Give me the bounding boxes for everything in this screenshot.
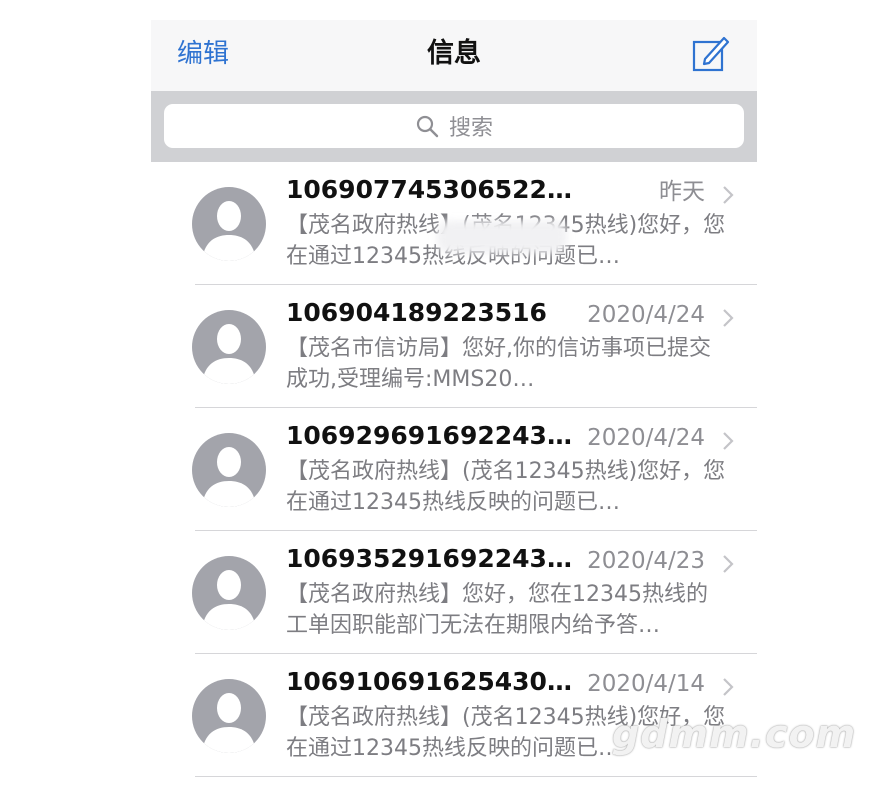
chevron-right-icon bbox=[723, 309, 734, 327]
message-date: 2020/4/24 bbox=[587, 302, 705, 328]
message-date: 昨天 bbox=[659, 179, 705, 205]
conversation-row[interactable]: 1069296916922430... 2020/4/24 【茂名政府热线】(茂… bbox=[151, 408, 757, 531]
row-divider bbox=[195, 776, 757, 777]
watermark-text: gdmm.com bbox=[612, 712, 857, 756]
conversation-row[interactable]: 1069352916922430... 2020/4/23 【茂名政府热线】您好… bbox=[151, 531, 757, 654]
message-preview: 【茂名市信访局】您好,你的信访事项已提交成功,受理编号:MMS20… bbox=[286, 336, 711, 392]
chevron-right-icon bbox=[723, 432, 734, 450]
contact-avatar-icon bbox=[192, 679, 266, 753]
chevron-right-icon bbox=[723, 678, 734, 696]
search-input[interactable]: 搜索 bbox=[164, 104, 744, 148]
conversation-row[interactable]: 106904189223516 2020/4/24 【茂名市信访局】您好,你的信… bbox=[151, 285, 757, 408]
chevron-right-icon bbox=[723, 186, 734, 204]
search-placeholder: 搜索 bbox=[448, 116, 493, 141]
compose-icon[interactable] bbox=[691, 34, 731, 74]
conversation-list: 10690774530652238243 昨天 【茂名政府热线】(茂名12345… bbox=[151, 162, 757, 777]
message-date: 2020/4/24 bbox=[587, 425, 705, 451]
navigation-bar: 编辑 信息 bbox=[151, 20, 757, 91]
redaction-blur bbox=[437, 221, 567, 253]
sender-number: 106904189223516 bbox=[286, 298, 547, 327]
search-bar: 搜索 bbox=[151, 91, 757, 162]
sender-number: 1069296916922430... bbox=[286, 421, 586, 450]
sender-number: 1069106916254305... bbox=[286, 667, 586, 696]
message-preview: 【茂名政府热线】您好，您在12345热线的工单因职能部门无法在期限内给予答… bbox=[286, 582, 708, 638]
search-icon bbox=[416, 115, 439, 138]
message-date: 2020/4/23 bbox=[587, 548, 705, 574]
sender-number: 10690774530652238243 bbox=[286, 175, 586, 204]
message-date: 2020/4/14 bbox=[587, 671, 705, 697]
chevron-right-icon bbox=[723, 555, 734, 573]
contact-avatar-icon bbox=[192, 433, 266, 507]
page-title: 信息 bbox=[427, 38, 481, 69]
message-preview: 【茂名政府热线】(茂名12345热线)您好，您在通过12345热线反映的问题已… bbox=[286, 459, 726, 515]
contact-avatar-icon bbox=[192, 187, 266, 261]
sender-number: 1069352916922430... bbox=[286, 544, 586, 573]
messages-screen: 编辑 信息 搜索 10690774530652238 昨天 【茂名政府热线】(茂… bbox=[151, 20, 757, 797]
contact-avatar-icon bbox=[192, 556, 266, 630]
contact-avatar-icon bbox=[192, 310, 266, 384]
